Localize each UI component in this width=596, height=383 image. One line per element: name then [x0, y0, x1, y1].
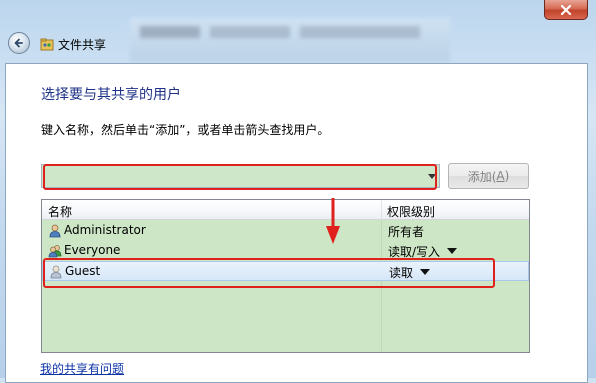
add-button-suffix: ) — [504, 169, 510, 183]
chevron-down-icon[interactable] — [447, 248, 457, 254]
background-blur — [140, 26, 200, 38]
list-header: 名称 权限级别 — [42, 200, 529, 220]
close-icon — [560, 4, 572, 15]
annotation-box-row — [43, 258, 495, 288]
add-button-label: 添加( — [467, 169, 497, 184]
page-heading: 选择要与其共享的用户 — [41, 87, 181, 103]
background-blur — [300, 26, 420, 38]
column-divider[interactable] — [381, 200, 382, 220]
user-name: Everyone — [64, 243, 121, 257]
background-blur — [130, 18, 450, 62]
background-blur — [210, 26, 290, 38]
permission-level: 所有者 — [388, 225, 425, 239]
window-title: 文件共享 — [58, 38, 107, 52]
column-header-name[interactable]: 名称 — [48, 203, 72, 220]
close-button[interactable] — [544, 0, 588, 20]
group-icon — [48, 245, 62, 258]
column-header-permission[interactable]: 权限级别 — [387, 203, 435, 220]
annotation-box-input — [43, 164, 437, 190]
back-button[interactable] — [8, 32, 30, 54]
annotation-arrow-icon — [326, 198, 340, 244]
add-button[interactable]: 添加(A) — [448, 163, 529, 189]
list-item[interactable]: Administrator 所有者 — [42, 221, 529, 241]
back-arrow-icon — [14, 38, 23, 48]
instruction-text: 键入名称，然后单击“添加”，或者单击箭头查找用户。 — [41, 123, 330, 137]
share-folder-icon — [40, 38, 54, 51]
sharing-help-link[interactable]: 我的共享有问题 — [40, 360, 124, 377]
add-button-accel: A — [496, 169, 505, 183]
user-name: Administrator — [64, 223, 146, 237]
user-icon — [49, 224, 61, 238]
